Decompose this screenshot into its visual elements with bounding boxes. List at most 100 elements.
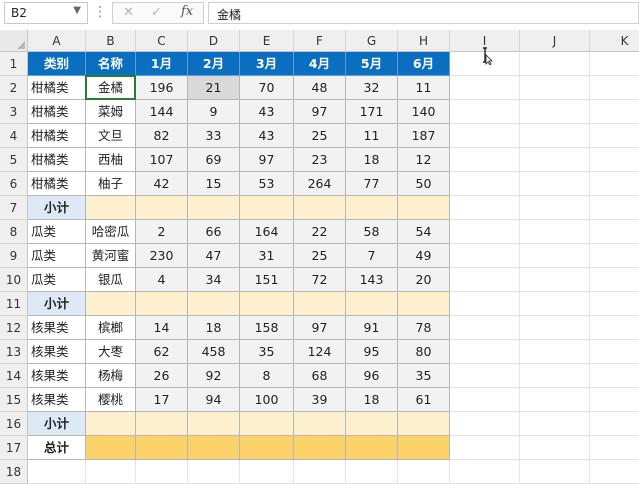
empty-cell[interactable] [590, 340, 639, 364]
empty-cell[interactable] [520, 436, 590, 460]
table-cell[interactable]: 43 [240, 124, 294, 148]
row-header-10[interactable]: 10 [0, 268, 28, 292]
table-cell[interactable]: 164 [240, 220, 294, 244]
empty-cell[interactable] [28, 460, 86, 484]
table-cell[interactable] [294, 436, 346, 460]
table-cell[interactable] [188, 412, 240, 436]
table-cell[interactable] [240, 292, 294, 316]
row-header-16[interactable]: 16 [0, 412, 28, 436]
row-header-5[interactable]: 5 [0, 148, 28, 172]
table-cell[interactable] [240, 196, 294, 220]
empty-cell[interactable] [590, 460, 639, 484]
column-header-b[interactable]: B [86, 30, 136, 52]
table-cell[interactable] [136, 292, 188, 316]
empty-cell[interactable] [398, 460, 450, 484]
table-cell[interactable] [136, 436, 188, 460]
empty-cell[interactable] [450, 364, 520, 388]
empty-cell[interactable] [590, 268, 639, 292]
table-cell[interactable]: 瓜类 [28, 220, 86, 244]
table-cell[interactable]: 94 [188, 388, 240, 412]
select-all-corner[interactable] [0, 30, 28, 52]
table-cell[interactable]: 171 [346, 100, 398, 124]
table-cell[interactable]: 35 [240, 340, 294, 364]
row-header-18[interactable]: 18 [0, 460, 28, 484]
column-header-e[interactable]: E [240, 30, 294, 52]
table-header-cell[interactable]: 2月 [188, 52, 240, 76]
empty-cell[interactable] [520, 196, 590, 220]
table-cell[interactable]: 柑橘类 [28, 172, 86, 196]
table-cell[interactable] [188, 196, 240, 220]
empty-cell[interactable] [520, 172, 590, 196]
table-cell[interactable]: 77 [346, 172, 398, 196]
column-header-d[interactable]: D [188, 30, 240, 52]
table-cell[interactable]: 158 [240, 316, 294, 340]
table-cell[interactable]: 2 [136, 220, 188, 244]
empty-cell[interactable] [520, 412, 590, 436]
table-cell[interactable]: 196 [136, 76, 188, 100]
empty-cell[interactable] [294, 460, 346, 484]
empty-cell[interactable] [590, 436, 639, 460]
empty-cell[interactable] [450, 388, 520, 412]
table-cell[interactable] [240, 412, 294, 436]
table-header-cell[interactable]: 名称 [86, 52, 136, 76]
empty-cell[interactable] [590, 292, 639, 316]
empty-cell[interactable] [240, 460, 294, 484]
empty-cell[interactable] [346, 460, 398, 484]
name-box[interactable]: B2 ▼ [4, 2, 88, 24]
table-cell[interactable]: 69 [188, 148, 240, 172]
table-cell[interactable]: 槟榔 [86, 316, 136, 340]
empty-cell[interactable] [450, 460, 520, 484]
table-cell[interactable]: 25 [294, 124, 346, 148]
table-cell[interactable]: 22 [294, 220, 346, 244]
table-cell[interactable]: 107 [136, 148, 188, 172]
table-cell[interactable]: 文旦 [86, 124, 136, 148]
empty-cell[interactable] [520, 76, 590, 100]
table-header-cell[interactable]: 4月 [294, 52, 346, 76]
row-header-4[interactable]: 4 [0, 124, 28, 148]
table-cell[interactable]: 18 [346, 148, 398, 172]
empty-cell[interactable] [520, 292, 590, 316]
empty-cell[interactable] [590, 76, 639, 100]
empty-cell[interactable] [590, 364, 639, 388]
empty-cell[interactable] [450, 124, 520, 148]
empty-cell[interactable] [450, 172, 520, 196]
table-cell[interactable]: 11 [398, 76, 450, 100]
table-cell[interactable] [398, 292, 450, 316]
row-header-2[interactable]: 2 [0, 76, 28, 100]
empty-cell[interactable] [520, 340, 590, 364]
table-cell[interactable]: 11 [346, 124, 398, 148]
table-cell[interactable] [346, 436, 398, 460]
column-header-f[interactable]: F [294, 30, 346, 52]
table-cell[interactable]: 8 [240, 364, 294, 388]
empty-cell[interactable] [520, 316, 590, 340]
table-cell[interactable] [86, 196, 136, 220]
empty-cell[interactable] [520, 148, 590, 172]
table-cell[interactable]: 18 [188, 316, 240, 340]
table-cell[interactable] [86, 412, 136, 436]
table-cell[interactable]: 26 [136, 364, 188, 388]
row-header-17[interactable]: 17 [0, 436, 28, 460]
spreadsheet-grid[interactable]: A B C D E F G H I J K 1 2 3 4 5 6 7 8 9 10 11 12 13 14 15 16 17 18 类别… [0, 30, 639, 484]
empty-cell[interactable] [450, 412, 520, 436]
empty-cell[interactable] [450, 292, 520, 316]
empty-cell[interactable] [450, 244, 520, 268]
table-cell[interactable]: 4 [136, 268, 188, 292]
table-cell[interactable]: 66 [188, 220, 240, 244]
table-cell[interactable]: 80 [398, 340, 450, 364]
empty-cell[interactable] [450, 316, 520, 340]
table-cell[interactable]: 核果类 [28, 364, 86, 388]
table-cell[interactable]: 20 [398, 268, 450, 292]
table-header-cell[interactable]: 类别 [28, 52, 86, 76]
table-cell[interactable] [86, 292, 136, 316]
insert-function-icon[interactable]: fx [181, 4, 193, 19]
empty-cell[interactable] [188, 460, 240, 484]
table-cell[interactable]: 西柚 [86, 148, 136, 172]
table-cell[interactable]: 95 [346, 340, 398, 364]
table-cell[interactable]: 核果类 [28, 316, 86, 340]
empty-cell[interactable] [520, 220, 590, 244]
table-cell[interactable]: 140 [398, 100, 450, 124]
empty-cell[interactable] [590, 100, 639, 124]
empty-cell[interactable] [590, 148, 639, 172]
table-header-cell[interactable]: 1月 [136, 52, 188, 76]
table-cell[interactable]: 70 [240, 76, 294, 100]
